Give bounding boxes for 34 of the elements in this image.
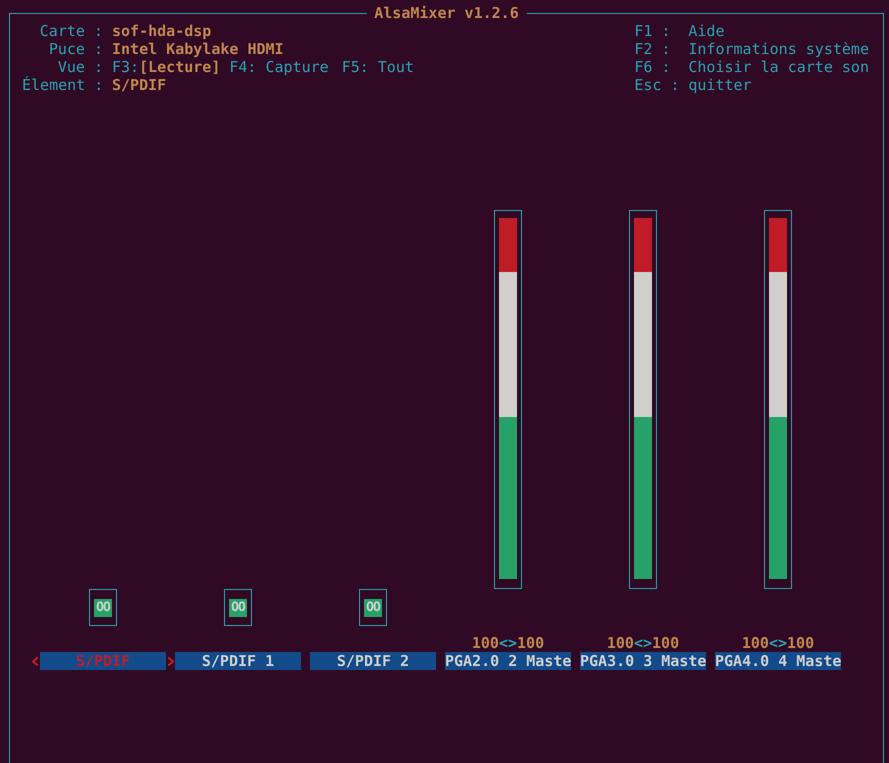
info-value: Intel Kabylake HDMI xyxy=(112,40,285,58)
info-value: sof-hda-dsp xyxy=(112,22,212,40)
info-label: Vue : xyxy=(56,58,103,76)
channel-name[interactable]: PGA3.0 3 Maste xyxy=(580,652,706,670)
info-label: Carte : xyxy=(38,22,103,40)
view-tab[interactable]: Capture xyxy=(265,58,329,76)
view-key: F5: xyxy=(342,58,369,76)
volume-slider[interactable] xyxy=(769,218,787,579)
shortcut-action: quitter xyxy=(688,76,753,94)
volume-slider[interactable] xyxy=(634,218,652,579)
volume-reading: 100<>100 xyxy=(606,634,680,652)
shortcut-action: Aide xyxy=(688,22,726,40)
shortcut-action: Informations système xyxy=(688,40,869,58)
view-key: F3: xyxy=(112,58,140,76)
channel-name[interactable]: S/PDIF 2 xyxy=(310,652,436,670)
channel-name[interactable]: PGA2.0 2 Maste xyxy=(445,652,571,670)
volume-reading: 100<>100 xyxy=(742,634,814,652)
info-label: Élement : xyxy=(22,76,103,94)
volume-reading: 100<>100 xyxy=(472,634,544,652)
view-key: F4: xyxy=(229,58,256,76)
shortcut-key: Esc : xyxy=(634,76,680,94)
shortcut-key: F6 : xyxy=(634,58,680,76)
info-label: Puce : xyxy=(48,40,103,58)
view-tab[interactable]: Tout xyxy=(378,58,414,76)
volume-slider[interactable] xyxy=(499,218,517,579)
channel-name[interactable]: S/PDIF 1 xyxy=(175,652,301,670)
left-chevron-icon xyxy=(32,657,38,666)
channel-name[interactable]: PGA4.0 4 Maste xyxy=(715,652,841,670)
info-value: S/PDIF xyxy=(112,76,168,94)
shortcut-action: Choisir la carte son xyxy=(688,58,869,76)
right-chevron-icon xyxy=(168,657,174,666)
view-tab[interactable]: [Lecture] xyxy=(139,58,220,76)
shortcut-key: F2 : xyxy=(634,40,680,58)
shortcut-key: F1 : xyxy=(634,22,680,40)
